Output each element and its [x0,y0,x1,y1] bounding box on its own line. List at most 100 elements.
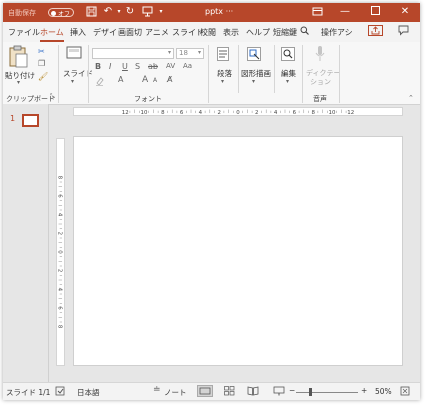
font-group-label: フォント [134,95,162,103]
tab-shortcuts[interactable]: 短縮鍵 [273,27,297,38]
redo-icon[interactable]: ↻ [124,6,136,18]
ruler-label: 6 [180,110,184,116]
copy-icon[interactable]: ❐ [38,59,45,68]
ruler-label: 4 [57,213,63,217]
zoom-slider-thumb[interactable] [308,388,312,396]
toggle-knob [51,10,56,16]
font-name-combo[interactable]: ▾ [92,48,174,59]
spacing-button[interactable]: AV [166,62,175,70]
customize-qat-icon[interactable]: ▾ [155,6,167,18]
ruler-label: 12 [347,110,354,116]
status-bar: スライド 1/1 日本語 ≐ ノート − + 50% [3,382,420,400]
clear-format-icon[interactable]: A̸ [167,75,172,84]
decrease-font-icon[interactable]: A [153,77,157,84]
ruler-label: 2 [217,110,220,116]
save-icon[interactable] [85,6,97,18]
thumbnail-slide-number: 1 [10,114,16,123]
tell-me-box[interactable]: 操作アシ [321,27,353,38]
tab-design[interactable]: デザイ [93,27,117,38]
group-separator [302,45,303,103]
paragraph-dropdown-icon[interactable]: ▾ [221,78,224,85]
strikethrough-button[interactable]: ab [148,62,158,71]
group-separator [339,45,340,103]
ruler-label: 4 [57,288,63,292]
new-slide-dropdown-icon[interactable]: ▾ [71,78,74,85]
ribbon-display-icon[interactable] [311,6,323,18]
font-size-combo[interactable]: 18 ▾ [176,48,204,59]
slide-thumbnail[interactable] [22,114,39,127]
tab-file[interactable]: ファイル [8,27,40,38]
language-indicator[interactable]: 日本語 [77,387,100,398]
clipboard-launcher-icon[interactable]: ⤡ [50,93,55,101]
slide-canvas[interactable] [73,136,403,366]
comments-icon[interactable] [398,25,409,38]
close-icon[interactable]: ✕ [399,6,411,18]
zoom-slider[interactable] [296,392,358,393]
bold-button[interactable]: B [95,62,101,71]
microphone-icon[interactable] [315,45,325,62]
zoom-in-button[interactable]: + [361,386,367,395]
tab-view[interactable]: 表示 [223,27,239,38]
ruler-label: 4 [274,110,278,116]
paste-dropdown-icon[interactable]: ▾ [17,79,20,86]
paragraph-icon[interactable] [217,47,229,61]
underline-button[interactable]: U [122,62,128,71]
zoom-out-button[interactable]: − [289,386,295,395]
normal-view-icon[interactable] [197,385,213,397]
tab-animations[interactable]: アニメ [145,27,169,38]
group-separator [88,45,89,103]
ribbon-tabs: ファイル ホーム 挿入 デザイ 画面切 アニメ スライド 校閲 表示 ヘルプ 短… [3,22,420,42]
italic-button[interactable]: I [109,62,111,71]
collapse-ribbon-icon[interactable]: ⌃ [408,94,414,102]
ruler-label: 0 [236,110,240,116]
ruler-label: 6 [57,194,63,198]
document-title: pptx ··· [205,7,234,16]
fit-window-icon[interactable] [400,386,410,399]
editing-dropdown-icon[interactable]: ▾ [286,78,289,85]
drawing-dropdown-icon[interactable]: ▾ [252,78,255,85]
autosave-state: オフ [58,11,71,18]
zoom-percent[interactable]: 50% [375,387,392,396]
reading-view-icon[interactable] [247,386,259,399]
autosave-toggle[interactable]: オフ [48,8,74,18]
share-icon[interactable] [368,25,383,36]
group-separator [274,45,275,93]
ruler-label: 0 [57,250,63,254]
drawing-button[interactable]: 図形描画 [241,68,271,79]
tab-home[interactable]: ホーム [40,27,64,38]
slideshow-icon[interactable] [273,386,285,399]
cut-icon[interactable]: ✂ [38,47,45,56]
format-painter-icon[interactable]: 🖌 [38,72,48,81]
present-icon[interactable] [141,6,153,18]
ruler-label: 12 [122,110,129,116]
find-icon[interactable] [281,47,295,61]
paragraph-button[interactable]: 段落 [217,68,232,79]
paste-icon[interactable] [7,45,29,69]
notes-icon[interactable]: ≐ [153,385,161,395]
shapes-icon[interactable] [247,47,261,61]
ruler-label: 4 [199,110,203,116]
tab-transitions[interactable]: 画面切 [118,27,142,38]
maximize-icon[interactable] [369,6,381,18]
minimize-icon[interactable]: — [339,6,351,18]
slide-sorter-icon[interactable] [224,386,235,399]
tab-help[interactable]: ヘルプ [246,27,270,38]
change-case-button[interactable]: Aa [183,62,192,70]
chevron-down-icon: ▾ [197,49,201,56]
increase-font-button[interactable]: A [142,75,148,85]
dictation-line2: ション [310,78,331,86]
group-separator [58,45,59,103]
font-color-button[interactable]: A [118,75,123,84]
highlight-button[interactable] [95,76,105,88]
ruler-label: 10 [329,110,336,116]
ribbon-home: 貼り付け ▾ ✂ ❐ 🖌 クリップボード ⤡ スライド ▾ ▾ 18 ▾ B I… [3,42,420,105]
title-bar: 自動保存 オフ ↶ ▾ ↻ ▾ pptx ··· — ✕ [3,3,420,22]
tab-review[interactable]: 校閲 [200,27,216,38]
tab-insert[interactable]: 挿入 [70,27,86,38]
notes-button[interactable]: ノート [164,387,187,398]
search-icon[interactable] [300,26,309,37]
shadow-button[interactable]: S [135,62,140,71]
accessibility-icon[interactable] [55,386,65,399]
new-slide-icon[interactable] [66,46,82,60]
slide-info: スライド 1/1 [6,388,51,397]
